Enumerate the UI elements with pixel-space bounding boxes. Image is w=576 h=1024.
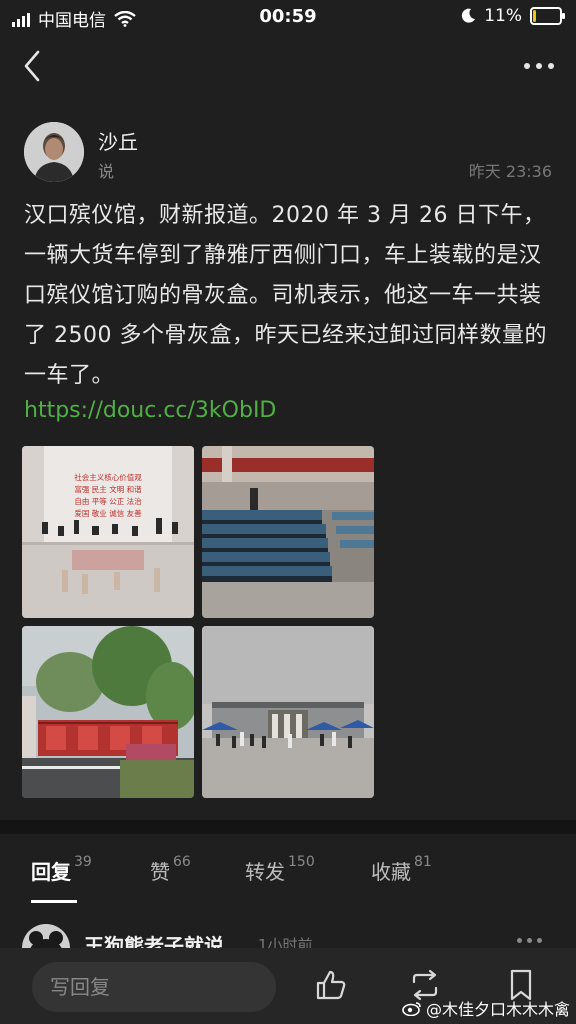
watermark-text: @木佳夕口木木木禽 xyxy=(425,1000,570,1019)
battery-percent: 11% xyxy=(484,6,522,26)
more-dot xyxy=(527,938,532,943)
more-dot xyxy=(524,63,530,69)
banner-line-3: 自由 平等 公正 法治 xyxy=(74,496,142,506)
avatar-image xyxy=(24,122,84,182)
nav-bar xyxy=(0,34,576,98)
status-right: 11% xyxy=(460,6,565,26)
weibo-watermark: @木佳夕口木木木禽 xyxy=(402,996,570,1020)
more-dot xyxy=(517,938,522,943)
chevron-left-icon xyxy=(24,50,40,82)
author-name[interactable]: 沙丘 xyxy=(98,126,138,155)
tab-favorites[interactable]: 收藏 81 xyxy=(371,854,432,885)
more-options-button[interactable] xyxy=(514,54,554,78)
photo-hall-interior[interactable]: 社会主义核心价值观 富强 民主 文明 和谐 自由 平等 公正 法治 爱国 敬业 … xyxy=(22,446,194,618)
status-bar: 中国电信 00:59 11% xyxy=(0,0,576,34)
post-header: 沙丘 说 昨天 23:36 xyxy=(24,122,554,184)
section-divider xyxy=(0,820,576,834)
post-link[interactable]: https://douc.cc/3kObID xyxy=(24,398,276,423)
tab-label: 赞 xyxy=(150,860,170,884)
banner-line-2: 富强 民主 文明 和谐 xyxy=(74,484,142,494)
tab-count: 66 xyxy=(173,854,191,870)
active-tab-indicator xyxy=(31,900,77,903)
tab-replies[interactable]: 回复 39 xyxy=(31,854,92,885)
battery-icon xyxy=(530,7,565,25)
photo-boxes-stacked[interactable] xyxy=(202,446,374,618)
photo-building-exterior[interactable] xyxy=(202,626,374,798)
tab-reposts[interactable]: 转发 150 xyxy=(245,854,315,885)
post-timestamp: 昨天 23:36 xyxy=(468,162,552,181)
comment-more-button[interactable] xyxy=(517,938,542,943)
weibo-icon xyxy=(402,1002,421,1016)
photo-truck-outdoor[interactable] xyxy=(22,626,194,798)
moon-icon xyxy=(462,8,476,23)
author-avatar[interactable] xyxy=(24,122,84,182)
tab-count: 81 xyxy=(414,854,432,870)
tab-label: 收藏 xyxy=(371,860,411,884)
tab-count: 39 xyxy=(74,854,92,870)
more-dot xyxy=(536,63,542,69)
tab-likes[interactable]: 赞 66 xyxy=(150,854,191,885)
interaction-tabs: 回复 39 赞 66 转发 150 收藏 81 xyxy=(0,834,576,906)
battery-fill xyxy=(533,10,536,22)
thumbs-up-icon xyxy=(316,970,346,1000)
more-dot xyxy=(548,63,554,69)
more-dot xyxy=(537,938,542,943)
tab-label: 回复 xyxy=(31,860,71,884)
banner-line-1: 社会主义核心价值观 xyxy=(74,472,142,482)
tab-count: 150 xyxy=(288,854,315,870)
author-action-label: 说 xyxy=(98,162,115,181)
photo-grid: 社会主义核心价值观 富强 民主 文明 和谐 自由 平等 公正 法治 爱国 敬业 … xyxy=(22,446,376,798)
bottom-action-bar: @木佳夕口木木木禽 xyxy=(0,948,576,1024)
tab-label: 转发 xyxy=(245,860,285,884)
like-button[interactable] xyxy=(314,968,348,1002)
reply-input[interactable] xyxy=(32,962,276,1012)
back-button[interactable] xyxy=(16,48,56,84)
post-body-text: 汉口殡仪馆，财新报道。2020 年 3 月 26 日下午，一辆大货车停到了静雅厅… xyxy=(24,203,547,388)
banner-line-4: 爱国 敬业 诚信 友善 xyxy=(74,508,142,518)
